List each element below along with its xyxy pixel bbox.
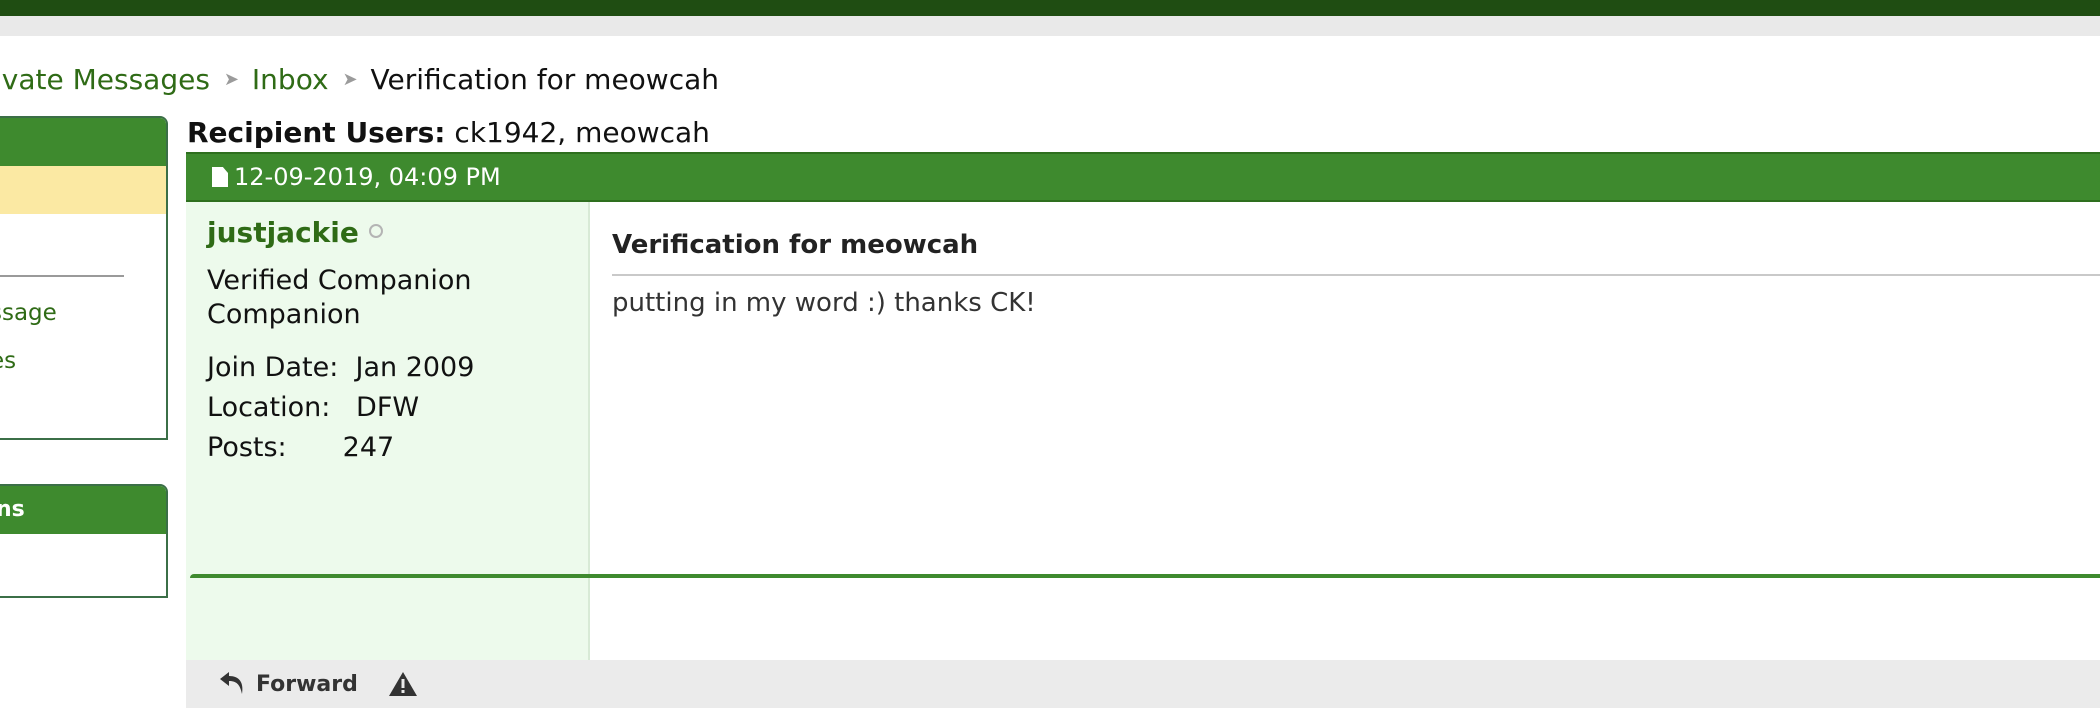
breadcrumb: ivate Messages ➤ Inbox ➤ Verification fo… (0, 60, 719, 100)
author-title-line1: Verified Companion (207, 265, 472, 296)
message-body: Verification for meowcah putting in my w… (590, 202, 2100, 660)
offline-status-icon (368, 224, 383, 238)
report-button[interactable] (388, 670, 418, 698)
breadcrumb-separator-icon: ➤ (342, 69, 358, 90)
message-date: 12-09-2019, 04:09 PM (234, 163, 501, 191)
breadcrumb-inbox[interactable]: Inbox (252, 60, 329, 100)
forward-label: Forward (256, 671, 358, 697)
author-username[interactable]: justjackie (207, 216, 359, 249)
author-panel: justjackie Verified Companion Companion … (186, 202, 590, 660)
author-join-date: Join Date: Jan 2009 (207, 352, 474, 383)
forward-icon (220, 672, 243, 694)
posts-label: Posts: (207, 432, 287, 463)
forward-button[interactable]: Forward (218, 666, 358, 702)
top-navigation-bar (0, 0, 2100, 16)
breadcrumb-current: Verification for meowcah (370, 63, 720, 96)
sidebar-link-send-message[interactable]: ssage (0, 300, 57, 326)
author-title-line2: Companion (207, 299, 361, 330)
sub-navigation-bar (0, 16, 2100, 36)
sidebar-folders-panel: ssage es (0, 116, 168, 440)
author-posts: Posts: 247 (207, 432, 394, 463)
location-label: Location: (207, 392, 331, 423)
recipient-users-label: Recipient Users: (187, 116, 446, 149)
sidebar-section-2-header: ns (0, 486, 166, 534)
document-icon (212, 167, 228, 187)
location-value: DFW (356, 392, 420, 423)
breadcrumb-private-messages[interactable]: ivate Messages (0, 60, 210, 100)
message-header: 12-09-2019, 04:09 PM (186, 152, 2100, 202)
recipient-users: Recipient Users: ck1942, meowcah (187, 116, 710, 150)
sidebar-section-2: ns (0, 484, 168, 598)
message-title-divider (612, 274, 2100, 276)
warning-icon (389, 672, 417, 696)
sidebar-link-messages[interactable]: es (0, 348, 16, 374)
breadcrumb-separator-icon: ➤ (223, 69, 240, 90)
posts-value: 247 (342, 432, 395, 463)
recipient-users-value: ck1942, meowcah (454, 116, 710, 149)
author-username-container: justjackie (207, 216, 383, 249)
message-text: putting in my word :) thanks CK! (612, 288, 1036, 318)
author-location: Location: DFW (207, 392, 419, 423)
sidebar-divider (0, 275, 124, 277)
message-title: Verification for meowcah (612, 230, 979, 260)
author-title: Verified Companion Companion (207, 264, 472, 332)
join-date-value: Jan 2009 (355, 352, 475, 383)
next-message-header-edge (190, 574, 2100, 578)
join-date-label: Join Date: (207, 352, 339, 383)
message-footer: Forward (186, 660, 2100, 708)
sidebar-header (0, 118, 166, 166)
sidebar-item-selected[interactable] (0, 166, 166, 214)
private-message: 12-09-2019, 04:09 PM justjackie Verified… (186, 152, 2100, 708)
